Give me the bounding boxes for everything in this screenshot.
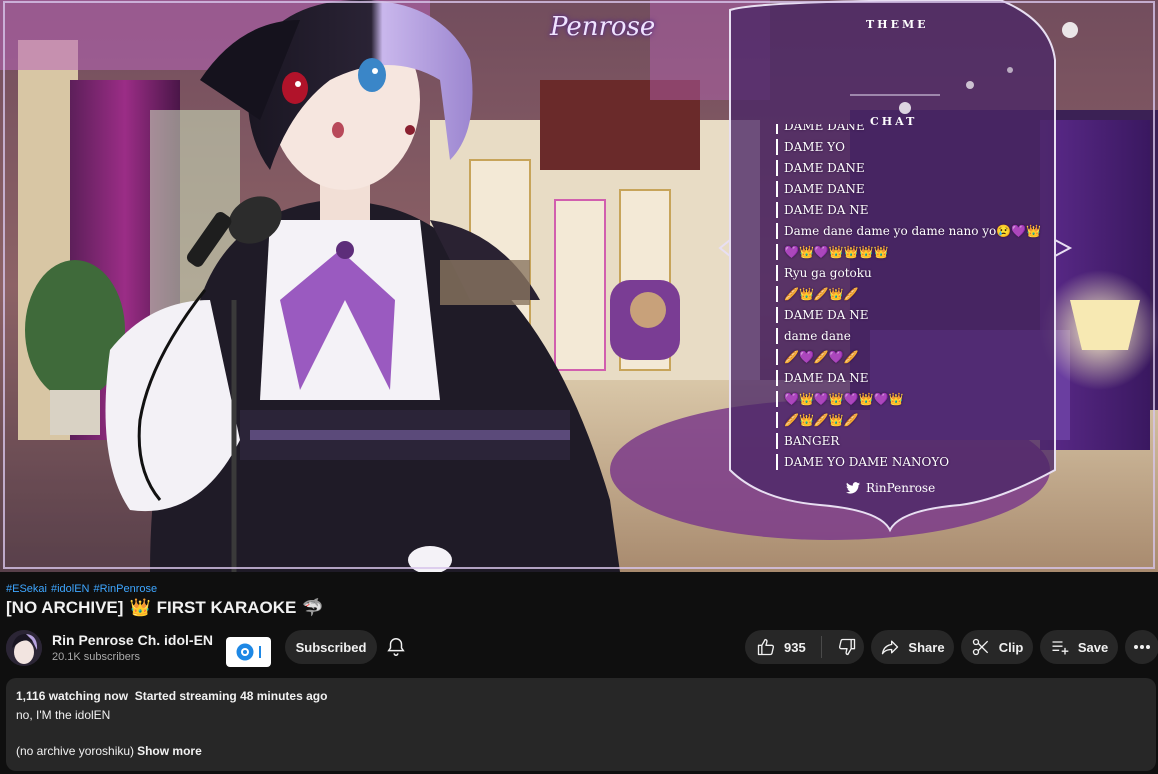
share-label: Share [908,639,945,655]
membership-badge[interactable] [226,637,271,667]
channel-name[interactable]: Rin Penrose Ch. idol-EN [52,632,213,648]
chat-message: Dame dane dame yo dame nano yo😢💜👑 [776,223,1046,239]
member-divider-icon [258,646,261,658]
playlist-add-icon [1052,641,1069,655]
hashtag-link[interactable]: #idolEN [51,583,90,595]
more-horizontal-icon [1134,645,1150,649]
clip-button[interactable]: Clip [961,630,1033,664]
thumbs-down-icon [838,638,855,656]
chat-message: dame dane [776,328,1046,344]
show-more-link[interactable]: Show more [137,744,202,758]
description-snippet: (no archive yoroshiku) [16,744,135,758]
description-text-2: (no archive yoroshiku) Show more [16,744,202,758]
chat-message: DAME DA NE [776,202,1046,218]
chat-message: DAME DANE [776,160,1046,176]
description-text: no, I'M the idolEN [16,708,111,722]
scissors-icon [972,638,988,656]
shark-emoji: 🦈 [302,598,324,617]
chat-message: DAME YO DAME NANOYO [776,454,1046,470]
save-button[interactable]: Save [1040,630,1118,664]
overlay-chat-list: DAME DANE DAME YO DAME DANE DAME DANE DA… [776,124,1046,470]
chat-message: 💜👑💜👑💜👑💜👑 [776,391,1046,407]
channel-avatar[interactable] [6,630,42,666]
chat-message: Ryu ga gotoku [776,265,1046,281]
notification-bell-icon[interactable] [385,636,407,658]
chat-message: DAME DANE [776,124,1046,134]
chat-message: DAME DA NE [776,307,1046,323]
like-button[interactable]: 935 [745,637,813,657]
stream-stats: 1,116 watching now Started streaming 48 … [16,689,327,703]
share-button[interactable]: Share [871,630,954,664]
chat-message: DAME YO [776,139,1046,155]
share-arrow-icon [882,640,899,655]
hashtag-row: #ESekai #idolEN #RinPenrose [6,583,161,595]
save-label: Save [1077,639,1109,655]
title-prefix: [NO ARCHIVE] [6,598,124,617]
chat-message: BANGER [776,433,1046,449]
hashtag-link[interactable]: #RinPenrose [94,583,158,595]
chat-message: 🥖💜🥖💜🥖 [776,349,1046,365]
like-divider [820,636,822,658]
twitter-handle-text: RinPenrose [866,481,936,495]
crown-emoji: 👑 [129,598,151,617]
chat-message: DAME DANE [776,181,1046,197]
subscribed-button[interactable]: Subscribed [285,630,377,664]
title-main: FIRST KARAOKE [156,598,297,617]
twitter-handle: RinPenrose [846,478,946,498]
chat-message: DAME DA NE [776,370,1046,386]
twitter-bird-icon [846,482,860,494]
dislike-button[interactable] [829,637,864,657]
more-actions-button[interactable] [1125,630,1158,664]
stream-logo: Penrose [550,12,656,42]
subscriber-count: 20.1K subscribers [52,651,141,663]
chat-message: 🥖👑🥖👑🥖 [776,412,1046,428]
hashtag-link[interactable]: #ESekai [6,583,47,595]
stream-start-time: Started streaming 48 minutes ago [134,689,328,703]
viewer-count: 1,116 watching now [16,689,129,703]
description-box[interactable]: 1,116 watching now Started streaming 48 … [6,678,1156,771]
like-dislike-group: 935 [745,630,864,664]
member-logo-icon [236,643,253,661]
subscribed-label: Subscribed [295,639,367,655]
video-title: [NO ARCHIVE] 👑 FIRST KARAOKE 🦈 [6,598,324,618]
chat-message: 🥖👑🥖👑🥖 [776,286,1046,302]
video-player[interactable]: Penrose THEME CHAT DAME DANE DAME YO DAM… [0,0,1158,572]
thumbs-up-icon [757,638,775,656]
theme-heading: THEME [866,18,929,31]
avatar-art [6,630,42,666]
chat-message: 💜👑💜👑👑👑👑 [776,244,1046,260]
clip-label: Clip [998,639,1024,655]
like-count: 935 [784,639,806,655]
